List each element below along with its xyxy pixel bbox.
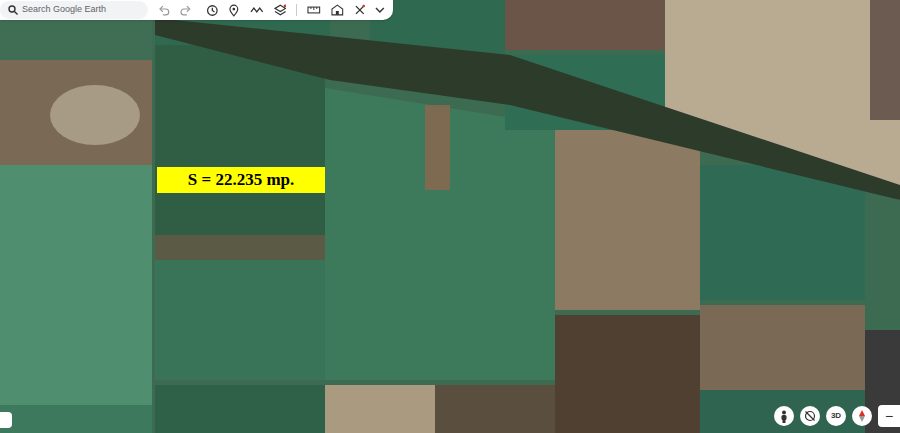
screenshot-icon[interactable] bbox=[354, 4, 366, 16]
separator bbox=[296, 4, 297, 16]
history-icon[interactable] bbox=[206, 4, 219, 17]
search-icon bbox=[8, 5, 18, 15]
zoom-out-label: − bbox=[885, 409, 893, 423]
compass-button[interactable] bbox=[852, 406, 872, 426]
map-controls: 3D − bbox=[774, 405, 900, 427]
toolbar bbox=[0, 0, 393, 20]
street-view-button[interactable] bbox=[774, 406, 794, 426]
path-icon[interactable] bbox=[250, 4, 264, 16]
placemark-icon[interactable] bbox=[228, 4, 240, 17]
view-3d-label: 3D bbox=[831, 410, 841, 422]
no-layers-icon bbox=[804, 410, 816, 422]
satellite-imagery bbox=[0, 0, 900, 433]
area-label-text: S = 22.235 mp. bbox=[188, 167, 295, 193]
compass-icon bbox=[857, 410, 867, 422]
ruler-icon[interactable] bbox=[307, 5, 321, 15]
pegman-icon bbox=[779, 410, 789, 423]
undo-icon[interactable] bbox=[158, 4, 170, 16]
zoom-out-button[interactable]: − bbox=[878, 405, 900, 427]
search-box[interactable] bbox=[0, 1, 148, 19]
photo-icon[interactable] bbox=[331, 4, 344, 16]
redo-icon[interactable] bbox=[180, 4, 192, 16]
search-input[interactable] bbox=[22, 3, 140, 17]
view-3d-button[interactable]: 3D bbox=[826, 406, 846, 426]
chevron-down-icon[interactable] bbox=[375, 6, 385, 14]
map-view[interactable]: S = 22.235 mp. 3D − bbox=[0, 0, 900, 433]
hide-layers-button[interactable] bbox=[800, 406, 820, 426]
corner-control[interactable] bbox=[0, 412, 12, 428]
layers-icon[interactable] bbox=[274, 4, 287, 17]
area-label: S = 22.235 mp. bbox=[157, 167, 325, 193]
